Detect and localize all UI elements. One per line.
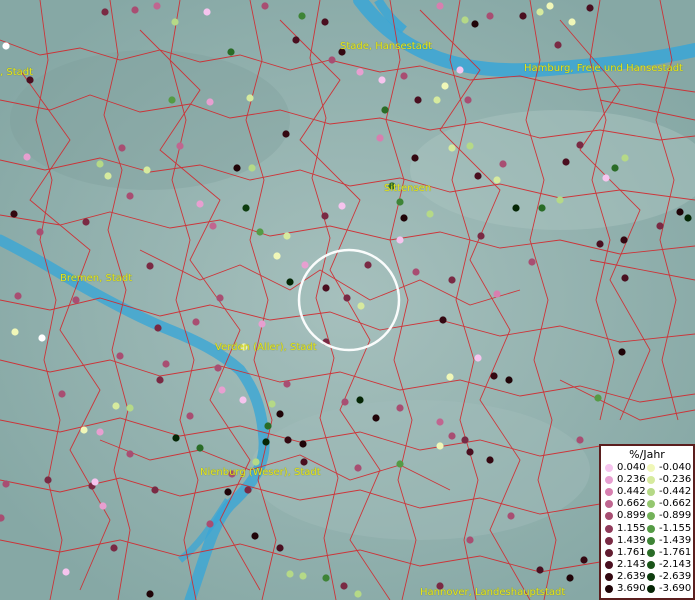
legend-swatch xyxy=(605,512,613,521)
legend-swatch xyxy=(605,476,613,485)
legend-swatch xyxy=(647,536,655,545)
city-label-sittensen: Sittensen xyxy=(384,183,432,194)
legend-swatch xyxy=(647,476,655,485)
legend-swatch xyxy=(605,585,613,593)
legend-swatch xyxy=(647,464,655,472)
legend-value: -0.662 xyxy=(659,498,692,510)
legend-title: %/Jahr xyxy=(629,448,665,461)
legend-swatch xyxy=(605,548,613,557)
legend-swatch xyxy=(605,524,613,533)
legend-swatch xyxy=(605,536,613,545)
city-label-bremen: Bremen, Stadt xyxy=(60,273,133,284)
legend-value: -3.690 xyxy=(659,583,692,594)
legend-value: 0.662 xyxy=(617,498,646,510)
legend-value: -2.639 xyxy=(659,570,692,582)
legend-value: -0.442 xyxy=(659,486,692,498)
legend-value: 2.639 xyxy=(617,570,646,582)
legend-value: -0.899 xyxy=(659,510,692,522)
legend-swatch xyxy=(647,572,655,581)
legend-swatch xyxy=(647,548,655,557)
legend-swatch xyxy=(605,488,613,497)
city-label-stade: Stade, Hansestadt xyxy=(340,41,433,52)
map-view[interactable]: Stade, Hansestadt Hamburg, Freie und Han… xyxy=(0,0,695,600)
legend-value: -2.143 xyxy=(659,558,692,570)
legend-swatch xyxy=(647,585,655,593)
legend-value: 1.761 xyxy=(617,546,646,558)
legend-swatch xyxy=(605,464,613,472)
legend-value: -1.761 xyxy=(659,546,692,558)
legend-value: 0.899 xyxy=(617,510,646,522)
legend-value: -0.236 xyxy=(659,474,692,486)
legend-value: 1.155 xyxy=(617,522,646,534)
legend-swatch xyxy=(647,488,655,497)
legend-swatch xyxy=(605,572,613,581)
legend-swatch xyxy=(647,560,655,569)
city-label-hamburg: Hamburg, Freie und Hansestadt xyxy=(524,63,683,74)
legend-swatch xyxy=(647,500,655,509)
legend-value: 0.040 xyxy=(617,462,646,473)
legend-value: 3.690 xyxy=(617,583,646,594)
map-canvas[interactable] xyxy=(0,0,695,600)
legend-value: 0.442 xyxy=(617,486,646,498)
city-label-partial: , Stadt xyxy=(0,67,34,78)
legend-value: 1.439 xyxy=(617,534,646,546)
legend-swatch xyxy=(605,500,613,509)
city-label-verden: Verden (Aller), Stadt xyxy=(215,342,317,353)
legend-value: -1.439 xyxy=(659,534,692,546)
legend-value: -1.155 xyxy=(659,522,692,534)
legend-swatch xyxy=(605,560,613,569)
city-label-nienburg: Nienburg (Weser), Stadt xyxy=(200,467,321,478)
legend-swatch xyxy=(647,512,655,521)
legend-swatch xyxy=(647,524,655,533)
city-label-hannover: Hannover, Landeshauptstadt xyxy=(420,587,566,598)
map-legend: %/Jahr 0.040 0.236 0.442 0.662 0.899 1.155 1.4… xyxy=(599,444,695,600)
legend-value: 2.143 xyxy=(617,558,646,570)
legend-value: 0.236 xyxy=(617,474,646,486)
legend-value: -0.040 xyxy=(659,462,692,473)
